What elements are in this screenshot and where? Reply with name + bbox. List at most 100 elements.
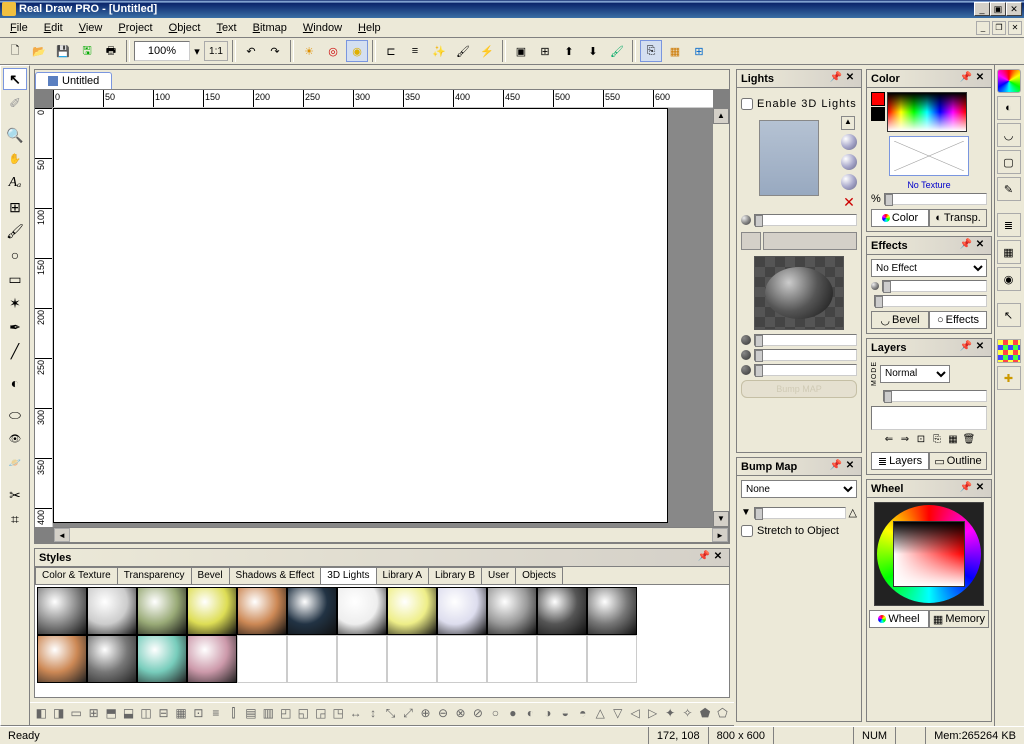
- effect-slider-2[interactable]: [874, 295, 987, 307]
- blend-mode-select[interactable]: Normal: [880, 365, 950, 383]
- menu-view[interactable]: View: [71, 20, 111, 36]
- layer-pkg-icon[interactable]: ▦: [946, 434, 960, 448]
- color-pin-icon[interactable]: 📌: [959, 72, 973, 86]
- layer-group-icon[interactable]: ⊡: [914, 434, 928, 448]
- light-color-b[interactable]: [763, 232, 857, 250]
- menu-window[interactable]: Window: [295, 20, 350, 36]
- style-tab--d-lights[interactable]: 3D Lights: [320, 567, 376, 584]
- rtool-bevel[interactable]: ◡: [997, 123, 1021, 147]
- style-swatch[interactable]: [587, 635, 637, 683]
- hand-tool[interactable]: [3, 148, 27, 170]
- style-swatch[interactable]: [37, 587, 87, 635]
- star-tool[interactable]: [3, 292, 27, 314]
- stretch-checkbox[interactable]: [741, 525, 753, 537]
- mdi-close-button[interactable]: ✕: [1008, 21, 1022, 35]
- rtool-colorwheel[interactable]: [997, 69, 1021, 93]
- styles-pin-icon[interactable]: 📌: [697, 551, 711, 565]
- scroll-right-button[interactable]: ►: [712, 528, 728, 542]
- render-button[interactable]: [298, 40, 320, 62]
- layers-close-icon[interactable]: ✕: [973, 341, 987, 355]
- style-swatch[interactable]: [187, 635, 237, 683]
- close-button[interactable]: ✕: [1006, 2, 1022, 16]
- ungroup-button[interactable]: ⊞: [534, 40, 556, 62]
- shape-preset[interactable]: ◱: [296, 705, 310, 723]
- style-swatch[interactable]: [287, 587, 337, 635]
- shape-preset[interactable]: ⤢: [401, 705, 415, 723]
- layer-del-icon[interactable]: 🗑: [962, 434, 976, 448]
- color-swatch-fg[interactable]: [871, 92, 885, 106]
- layers-tab-outline[interactable]: ▭Outline: [929, 452, 987, 470]
- style-swatch[interactable]: [537, 635, 587, 683]
- light-1[interactable]: [841, 134, 857, 150]
- shape-preset[interactable]: ✦: [663, 705, 677, 723]
- effects-tab-bevel[interactable]: ◡Bevel: [871, 311, 929, 329]
- brush-tool-button[interactable]: 🖌: [452, 40, 474, 62]
- layer-opacity-slider[interactable]: [883, 390, 987, 402]
- grid-toggle-button[interactable]: [664, 40, 686, 62]
- shape-preset[interactable]: ◐: [523, 705, 537, 723]
- open-button[interactable]: [28, 40, 50, 62]
- style-tab-bevel[interactable]: Bevel: [191, 567, 230, 584]
- shape-preset[interactable]: ⊘: [471, 705, 485, 723]
- lights-close-icon[interactable]: ✕: [843, 72, 857, 86]
- layer-down-button[interactable]: ⬇: [582, 40, 604, 62]
- wheel-close-icon[interactable]: ✕: [973, 482, 987, 496]
- effects-pin-icon[interactable]: 📌: [959, 239, 973, 253]
- canvas-viewport[interactable]: [53, 108, 713, 527]
- rectangle-tool[interactable]: [3, 268, 27, 290]
- style-swatch[interactable]: [137, 635, 187, 683]
- knife-tool[interactable]: ✂: [3, 484, 27, 506]
- style-swatch[interactable]: [237, 587, 287, 635]
- rtool-pointer[interactable]: ↖: [997, 303, 1021, 327]
- canvas[interactable]: [53, 108, 668, 523]
- shape-preset[interactable]: ▷: [645, 705, 659, 723]
- style-swatch[interactable]: [587, 587, 637, 635]
- shape-preset[interactable]: ▭: [69, 705, 83, 723]
- layer-right-icon[interactable]: ⇒: [898, 434, 912, 448]
- bumpmap-pin-icon[interactable]: 📌: [829, 460, 843, 474]
- menu-project[interactable]: Project: [110, 20, 160, 36]
- preview-tool[interactable]: [3, 428, 27, 450]
- undo-button[interactable]: [240, 40, 262, 62]
- layer-dup-icon[interactable]: ⎘: [930, 434, 944, 448]
- shape-preset[interactable]: ◑: [541, 705, 555, 723]
- redo-button[interactable]: [264, 40, 286, 62]
- align-center-button[interactable]: ≡: [404, 40, 426, 62]
- shape-preset[interactable]: ◓: [576, 705, 590, 723]
- guides-toggle-button[interactable]: [688, 40, 710, 62]
- wheel-tab-wheel[interactable]: Wheel: [869, 610, 929, 628]
- shape-preset[interactable]: ↕: [366, 705, 380, 723]
- menu-bitmap[interactable]: Bitmap: [245, 20, 295, 36]
- scroll-down-button[interactable]: ▼: [713, 511, 729, 527]
- shape-preset[interactable]: ▽: [610, 705, 624, 723]
- scroll-left-button[interactable]: ◄: [54, 528, 70, 542]
- effects-close-icon[interactable]: ✕: [973, 239, 987, 253]
- zoom-actual-button[interactable]: 1:1: [204, 41, 228, 61]
- style-swatch[interactable]: [137, 587, 187, 635]
- fx-button[interactable]: ⚡: [476, 40, 498, 62]
- light-slider-1[interactable]: [754, 214, 857, 226]
- light-2[interactable]: [841, 154, 857, 170]
- light-3[interactable]: [841, 174, 857, 190]
- shape-preset[interactable]: ⤡: [383, 705, 397, 723]
- shape-preset[interactable]: ◰: [279, 705, 293, 723]
- shape-preset[interactable]: ▥: [261, 705, 275, 723]
- mdi-restore-button[interactable]: ❐: [992, 21, 1006, 35]
- style-swatch[interactable]: [487, 635, 537, 683]
- style-tab-transparency[interactable]: Transparency: [117, 567, 192, 584]
- styles-close-icon[interactable]: ✕: [711, 551, 725, 565]
- line-tool[interactable]: [3, 340, 27, 362]
- shape-preset[interactable]: ●: [506, 705, 520, 723]
- bump-map-button[interactable]: Bump MAP: [741, 380, 857, 398]
- bumpmap-close-icon[interactable]: ✕: [843, 460, 857, 474]
- style-swatch[interactable]: [387, 587, 437, 635]
- menu-object[interactable]: Object: [161, 20, 209, 36]
- style-swatch[interactable]: [437, 635, 487, 683]
- shape-preset[interactable]: ◒: [558, 705, 572, 723]
- scroll-up-button[interactable]: ▲: [713, 108, 729, 124]
- color-close-icon[interactable]: ✕: [973, 72, 987, 86]
- style-swatch[interactable]: [87, 635, 137, 683]
- align-left-button[interactable]: ⊏: [380, 40, 402, 62]
- shape-preset[interactable]: ▤: [244, 705, 258, 723]
- picker-tool[interactable]: [3, 92, 27, 114]
